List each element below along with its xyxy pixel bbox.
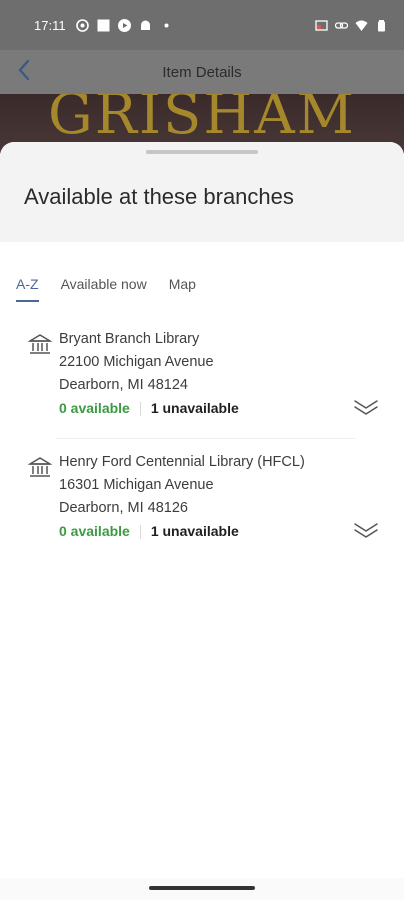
android-icon [139, 19, 152, 32]
expand-chevron-icon[interactable] [352, 519, 380, 543]
wifi-icon [355, 19, 368, 32]
whatsapp-icon [75, 18, 89, 32]
branch-divider [56, 438, 356, 439]
tab-available-now[interactable]: Available now [61, 276, 147, 302]
square-icon [97, 19, 110, 32]
home-gesture-handle[interactable] [149, 886, 255, 890]
branch-tabs: A-Z Available now Map [16, 276, 196, 302]
branch-item[interactable]: Henry Ford Centennial Library (HFCL) 163… [0, 451, 404, 559]
branch-address-line2: Dearborn, MI 48126 [59, 500, 188, 516]
availability-row: 0 available 1 unavailable [59, 520, 305, 543]
branch-address-line1: 22100 Michigan Avenue [59, 354, 214, 370]
back-button[interactable] [10, 58, 38, 86]
cast-icon [315, 19, 328, 32]
library-building-icon [27, 332, 53, 356]
branch-address-line1: 16301 Michigan Avenue [59, 477, 214, 493]
tab-a-z[interactable]: A-Z [16, 276, 39, 302]
cover-title-text: GRISHAM [48, 94, 356, 147]
branch-name: Bryant Branch Library [59, 331, 200, 347]
library-building-icon [27, 455, 53, 479]
branch-address-line2: Dearborn, MI 48124 [59, 377, 188, 393]
screen: 17:11 Item Details GRISHAM Available at … [0, 0, 404, 900]
app-header: Item Details [0, 50, 404, 94]
battery-icon [375, 19, 388, 32]
play-icon [117, 18, 131, 32]
unavailable-count: 1 unavailable [150, 523, 239, 539]
availability-divider [139, 524, 141, 539]
branch-info: Bryant Branch Library 22100 Michigan Ave… [59, 328, 239, 420]
branch-info: Henry Ford Centennial Library (HFCL) 163… [59, 451, 305, 543]
dot-icon [160, 19, 173, 32]
branches-sheet: Available at these branches A-Z Availabl… [0, 142, 404, 900]
expand-chevron-icon[interactable] [352, 396, 380, 420]
sheet-header: Available at these branches [0, 142, 404, 242]
chevron-left-icon [17, 59, 31, 86]
branch-item[interactable]: Bryant Branch Library 22100 Michigan Ave… [0, 328, 404, 436]
system-nav-bar [0, 878, 404, 900]
available-count: 0 available [59, 400, 130, 416]
unavailable-count: 1 unavailable [150, 400, 239, 416]
availability-row: 0 available 1 unavailable [59, 397, 239, 420]
tab-map[interactable]: Map [169, 276, 196, 302]
availability-divider [139, 401, 141, 416]
branch-name: Henry Ford Centennial Library (HFCL) [59, 454, 305, 470]
page-title: Item Details [162, 63, 242, 81]
status-icons-left [75, 18, 173, 32]
status-time: 17:11 [34, 17, 66, 33]
status-icons-right [315, 19, 388, 32]
sheet-drag-handle[interactable] [146, 150, 258, 154]
sheet-title: Available at these branches [24, 184, 294, 209]
status-bar: 17:11 [0, 0, 404, 50]
available-count: 0 available [59, 523, 130, 539]
link-icon [334, 19, 349, 32]
